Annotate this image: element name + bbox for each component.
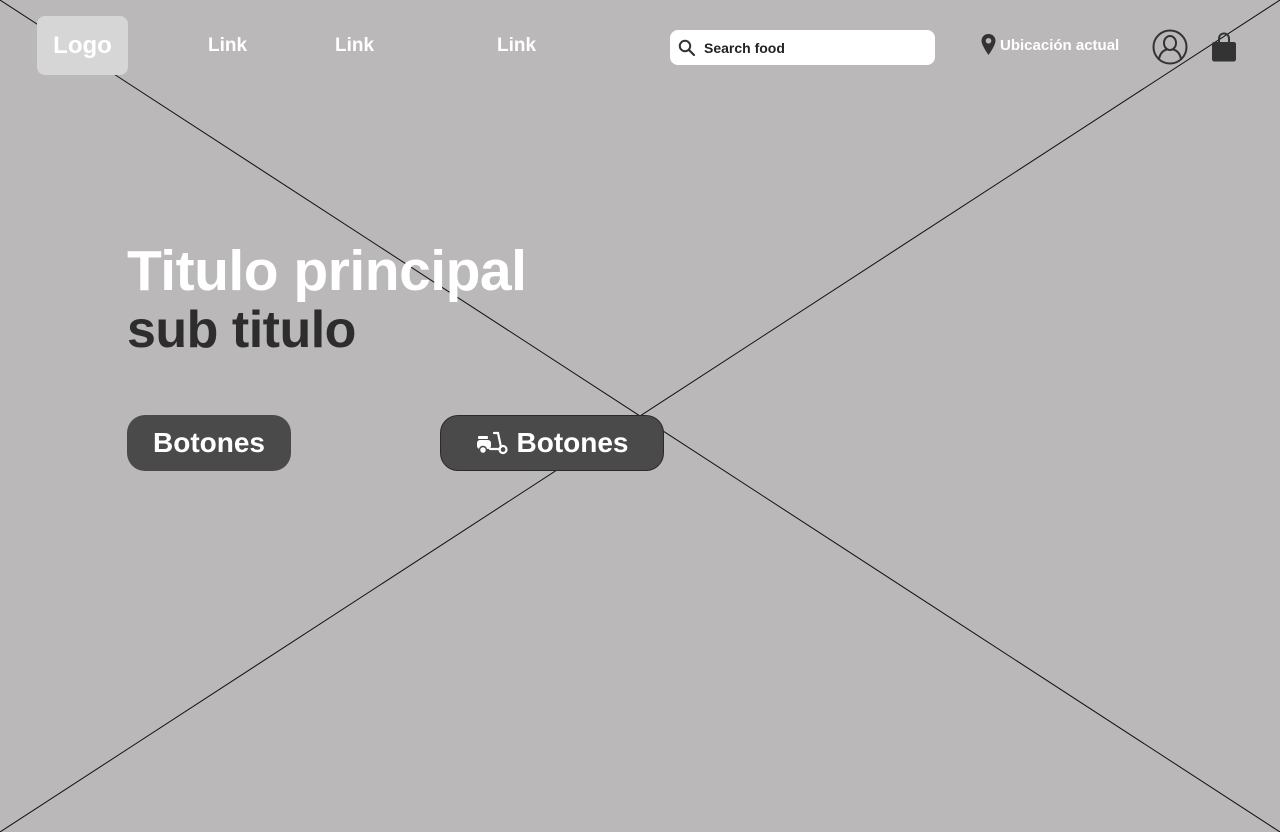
search-bar[interactable] xyxy=(670,30,935,65)
nav-link-1[interactable]: Link xyxy=(208,35,247,57)
logo[interactable]: Logo xyxy=(37,16,128,75)
primary-button-label: Botones xyxy=(153,427,265,458)
search-input[interactable] xyxy=(704,39,924,56)
hero-subtitle: sub titulo xyxy=(127,301,356,359)
delivery-button-label: Botones xyxy=(516,427,629,458)
hero-title: Titulo principal xyxy=(127,239,527,303)
current-location[interactable]: Ubicación actual xyxy=(980,33,1119,57)
nav-link-3[interactable]: Link xyxy=(497,35,536,57)
shopping-bag-icon[interactable] xyxy=(1211,32,1237,62)
nav-link-2[interactable]: Link xyxy=(335,35,374,57)
location-label: Ubicación actual xyxy=(1000,36,1120,54)
primary-button[interactable]: Botones xyxy=(127,415,291,471)
search-icon xyxy=(678,39,696,57)
location-pin-icon xyxy=(980,33,997,57)
delivery-button[interactable]: Botones xyxy=(440,415,664,471)
landing-page: Logo Link Link Link Ubicación actual xyxy=(0,0,1280,832)
scooter-icon xyxy=(476,430,508,456)
user-icon[interactable] xyxy=(1152,29,1188,65)
